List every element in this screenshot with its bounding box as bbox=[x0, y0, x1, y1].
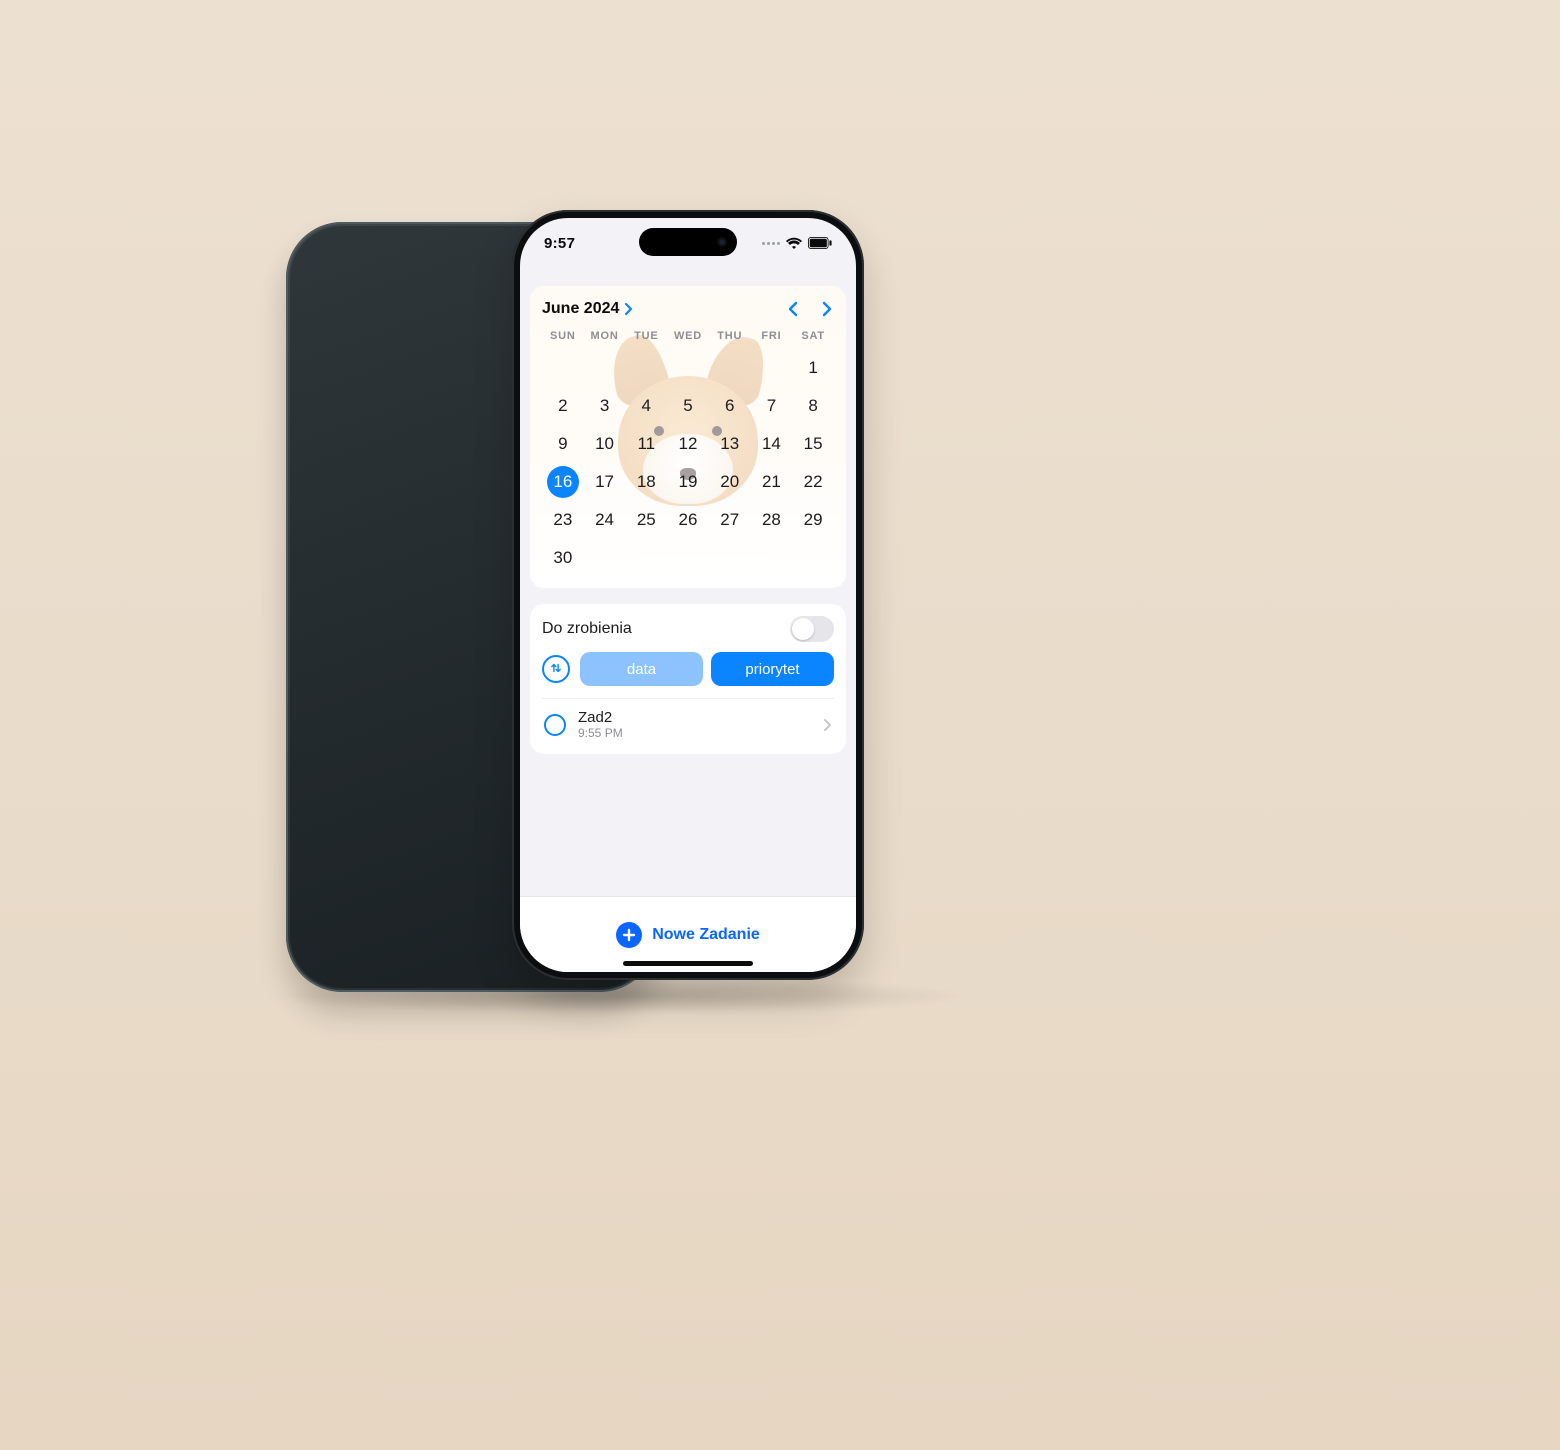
calendar-day[interactable]: 21 bbox=[751, 464, 793, 500]
screen: 9:57 bbox=[520, 218, 856, 972]
segmented-control: data priorytet bbox=[580, 652, 834, 686]
calendar-month-label: June 2024 bbox=[542, 300, 619, 318]
cellular-dots-icon bbox=[762, 242, 780, 245]
front-camera-icon bbox=[717, 237, 727, 247]
task-list: Zad29:55 PM bbox=[542, 698, 834, 750]
calendar-day[interactable]: 23 bbox=[542, 502, 584, 538]
camera-lens-icon bbox=[402, 300, 474, 372]
calendar-day[interactable]: 26 bbox=[667, 502, 709, 538]
dynamic-island bbox=[639, 228, 737, 256]
segment-data-button[interactable]: data bbox=[580, 652, 703, 686]
wifi-icon bbox=[786, 237, 802, 249]
calendar-days-grid: 1234567891011121314151617181920212223242… bbox=[542, 350, 834, 576]
calendar-day[interactable]: 28 bbox=[751, 502, 793, 538]
calendar-day[interactable]: 22 bbox=[792, 464, 834, 500]
calendar-day[interactable]: 12 bbox=[667, 426, 709, 462]
content: June 2024 SUNMONTUEWEDTHUFRISAT 12345678… bbox=[520, 276, 856, 972]
status-time: 9:57 bbox=[544, 235, 575, 252]
calendar-dow: MON bbox=[584, 330, 626, 342]
tasks-toggle[interactable] bbox=[790, 616, 834, 642]
status-right bbox=[762, 237, 832, 249]
calendar-day[interactable]: 29 bbox=[792, 502, 834, 538]
plus-circle-icon bbox=[616, 922, 642, 948]
calendar-day[interactable]: 30 bbox=[542, 540, 584, 576]
tasks-header: Do zrobienia bbox=[542, 616, 834, 642]
task-row[interactable]: Zad29:55 PM bbox=[542, 698, 834, 750]
calendar-month-selector[interactable]: June 2024 bbox=[542, 300, 633, 318]
calendar-dow: TUE bbox=[625, 330, 667, 342]
tasks-filters: data priorytet bbox=[542, 652, 834, 686]
tasks-card: Do zrobienia data priorytet Zad29:55 PM bbox=[530, 604, 846, 754]
calendar-day[interactable]: 7 bbox=[751, 388, 793, 424]
calendar-day[interactable]: 4 bbox=[625, 388, 667, 424]
chevron-right-icon bbox=[822, 718, 832, 732]
camera-lens-icon bbox=[320, 344, 392, 416]
toggle-knob bbox=[792, 618, 814, 640]
mic-dot-icon bbox=[462, 380, 468, 386]
task-body: Zad29:55 PM bbox=[578, 709, 810, 740]
calendar-dow: THU bbox=[709, 330, 751, 342]
calendar-header: June 2024 bbox=[542, 300, 834, 318]
calendar-day[interactable]: 15 bbox=[792, 426, 834, 462]
calendar-day[interactable]: 20 bbox=[709, 464, 751, 500]
calendar-day[interactable]: 17 bbox=[584, 464, 626, 500]
battery-icon bbox=[808, 237, 832, 249]
calendar-day[interactable]: 1 bbox=[792, 350, 834, 386]
calendar-day[interactable]: 27 bbox=[709, 502, 751, 538]
calendar-day[interactable]: 24 bbox=[584, 502, 626, 538]
sort-button[interactable] bbox=[542, 655, 570, 683]
calendar-day[interactable]: 16 bbox=[547, 466, 579, 498]
calendar-dow-row: SUNMONTUEWEDTHUFRISAT bbox=[542, 330, 834, 342]
calendar-day[interactable]: 2 bbox=[542, 388, 584, 424]
calendar-day[interactable]: 3 bbox=[584, 388, 626, 424]
chevron-right-icon bbox=[623, 302, 633, 316]
camera-module bbox=[304, 240, 490, 430]
calendar-day[interactable]: 13 bbox=[709, 426, 751, 462]
add-task-button[interactable]: Nowe Zadanie bbox=[616, 922, 760, 948]
calendar-prev-button[interactable] bbox=[786, 300, 800, 318]
calendar-day[interactable]: 11 bbox=[625, 426, 667, 462]
segment-priority-button[interactable]: priorytet bbox=[711, 652, 834, 686]
camera-lens-icon bbox=[320, 254, 392, 326]
home-indicator[interactable] bbox=[623, 961, 753, 966]
calendar-day[interactable]: 10 bbox=[584, 426, 626, 462]
add-task-label: Nowe Zadanie bbox=[652, 926, 760, 944]
calendar-card: June 2024 SUNMONTUEWEDTHUFRISAT 12345678… bbox=[530, 286, 846, 588]
calendar-day[interactable]: 19 bbox=[667, 464, 709, 500]
calendar-dow: WED bbox=[667, 330, 709, 342]
calendar-dow: FRI bbox=[751, 330, 793, 342]
sort-arrows-icon bbox=[549, 661, 563, 678]
calendar-day[interactable]: 6 bbox=[709, 388, 751, 424]
calendar-dow: SAT bbox=[792, 330, 834, 342]
flash-icon bbox=[428, 258, 458, 288]
calendar-next-button[interactable] bbox=[820, 300, 834, 318]
apple-logo-icon bbox=[442, 585, 500, 660]
stage: 9:57 bbox=[0, 0, 1560, 1450]
calendar-day[interactable]: 18 bbox=[625, 464, 667, 500]
calendar-dow: SUN bbox=[542, 330, 584, 342]
calendar-day[interactable]: 9 bbox=[542, 426, 584, 462]
task-time: 9:55 PM bbox=[578, 726, 810, 740]
tasks-section-title: Do zrobienia bbox=[542, 620, 632, 638]
task-checkbox[interactable] bbox=[544, 714, 566, 736]
calendar-day[interactable]: 14 bbox=[751, 426, 793, 462]
task-title: Zad2 bbox=[578, 709, 810, 726]
calendar-nav bbox=[786, 300, 834, 318]
calendar-day[interactable]: 8 bbox=[792, 388, 834, 424]
calendar-day[interactable]: 5 bbox=[667, 388, 709, 424]
calendar-day[interactable]: 25 bbox=[625, 502, 667, 538]
phone-front-mockup: 9:57 bbox=[512, 210, 864, 980]
